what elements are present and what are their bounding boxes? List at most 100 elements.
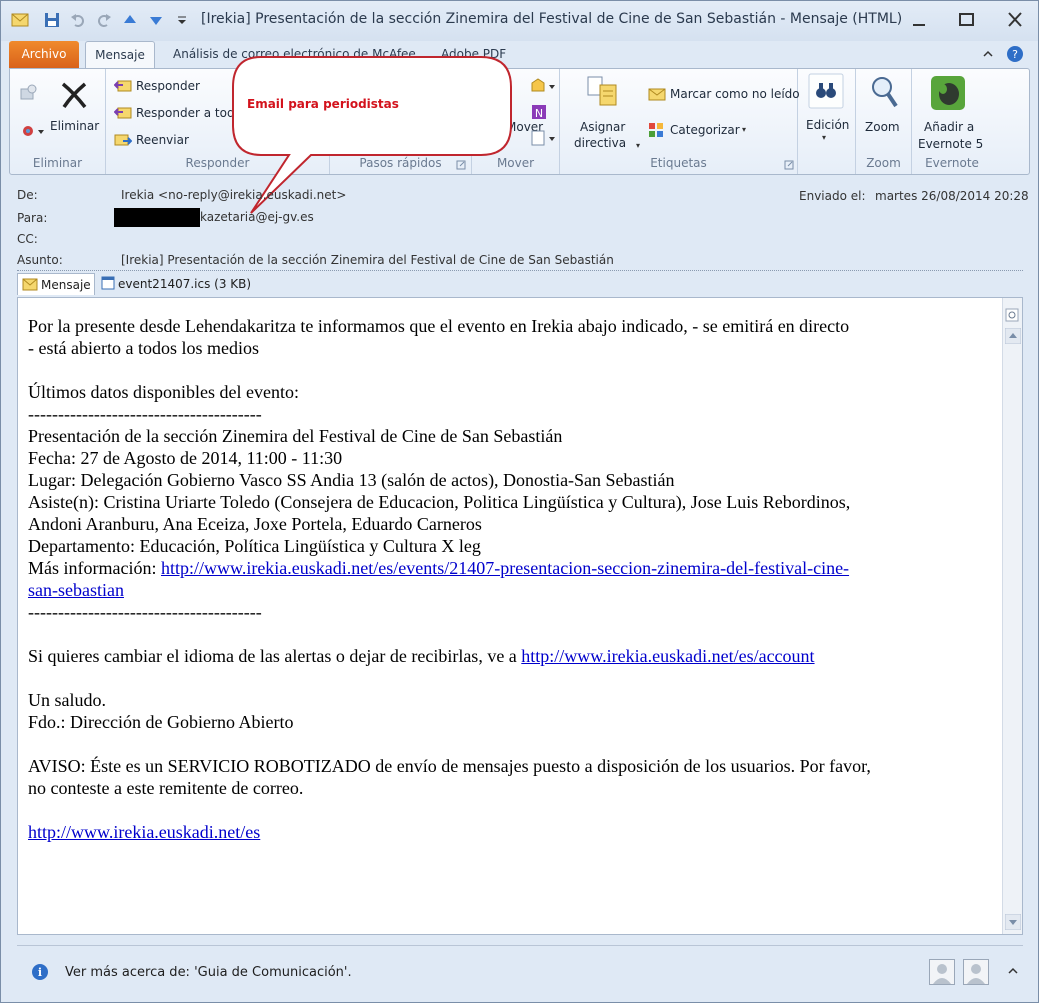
contact-avatar-2-icon[interactable] [963,959,989,988]
account-link[interactable]: http://www.irekia.euskadi.net/es/account [521,646,814,666]
outlook-message-window: [Irekia] Presentación de la sección Zine… [0,0,1039,1003]
message-body[interactable]: Por la presente desde Lehendakaritza te … [17,297,1023,935]
mark-unread-button[interactable]: Marcar como no leído [670,87,800,101]
event-link[interactable]: http://www.irekia.euskadi.net/es/events/… [161,558,849,578]
assign-policy-dropdown-icon[interactable]: ▾ [636,141,640,150]
actions-icon[interactable] [530,129,558,150]
to-value[interactable]: kazetaria@ej-gv.es [200,210,314,224]
group-etiquetas: Asignar directiva ▾ Marcar como no leído… [560,69,800,174]
tab-archivo[interactable]: Archivo [9,41,79,68]
subject-value: [Irekia] Presentación de la sección Zine… [121,253,614,267]
event-attendees-2: Andoni Aranburu, Ana Eceiza, Joxe Portel… [28,514,482,534]
categorize-icon [648,122,664,141]
to-label: Para: [17,211,48,225]
zoom-magnifier-icon[interactable] [870,75,898,112]
group-label-etiquetas: Etiquetas [650,156,707,170]
from-label: De: [17,188,38,202]
change-language-text: Si quieres cambiar el idioma de las aler… [28,646,522,666]
event-attendees-1: Asiste(n): Cristina Uriarte Toledo (Cons… [28,492,851,512]
delete-x-icon[interactable] [58,79,90,114]
evernote-add-label-2[interactable]: Evernote 5 [918,137,983,151]
evernote-add-label-1[interactable]: Añadir a [924,120,974,134]
maximize-button[interactable] [947,7,987,33]
collapse-ribbon-icon[interactable] [981,47,995,64]
help-icon[interactable]: ? [1006,45,1024,66]
contact-avatar-icon[interactable] [929,959,955,988]
group-eliminar: Eliminar Eliminar [10,69,106,174]
intro-line-1: Por la presente desde Lehendakaritza te … [28,316,850,336]
junk-icon[interactable] [20,121,46,144]
more-info-line-2: san-sebastian [28,579,988,601]
forward-button[interactable]: Reenviar [136,133,189,147]
scroll-down-arrow-icon[interactable] [1004,913,1022,933]
redo-icon[interactable] [95,11,113,29]
save-icon[interactable] [43,11,61,29]
intro-line-2: - está abierto a todos los medios [28,338,259,358]
notice-line-1: AVISO: Éste es un SERVICIO ROBOTIZADO de… [28,756,871,776]
header-divider [17,270,1023,271]
greeting: Un saludo. [28,690,106,710]
attachments-bar: Mensaje event21407.ics (3 KB) [17,273,1023,295]
group-evernote: Añadir a Evernote 5 Evernote [912,69,992,174]
group-label-evernote: Evernote [925,156,979,170]
close-button[interactable] [995,7,1035,33]
from-value[interactable]: Irekia <no-reply@irekia.euskadi.net> [121,188,346,202]
message-text: Por la presente desde Lehendakaritza te … [28,315,988,843]
categorize-button[interactable]: Categorizar [670,123,740,137]
notice-line-2: no conteste a este remitente de correo. [28,778,304,798]
assign-policy-icon [586,75,618,110]
home-link[interactable]: http://www.irekia.euskadi.net/es [28,822,260,842]
evernote-elephant-icon[interactable] [930,75,966,114]
svg-text:i: i [38,966,42,979]
next-item-icon[interactable] [147,11,165,29]
delete-button[interactable]: Eliminar [50,119,99,133]
mark-unread-icon [648,86,666,105]
undo-icon[interactable] [69,11,87,29]
message-tab-label: Mensaje [41,278,91,292]
sent-label: Enviado el: [799,189,866,203]
rules-icon[interactable] [530,77,558,98]
signature: Fdo.: Dirección de Gobierno Abierto [28,712,294,732]
event-date: Fecha: 27 de Agosto de 2014, 11:00 - 11:… [28,448,343,468]
expand-people-pane-icon[interactable] [1007,965,1019,980]
subject-label: Asunto: [17,253,63,267]
vertical-scrollbar[interactable] [1002,298,1022,934]
customize-toolbar-icon[interactable] [173,11,191,29]
event-link-continued[interactable]: san-sebastian [28,580,124,600]
infobar-text[interactable]: Ver más acerca de: 'Guia de Comunicación… [65,965,352,980]
editing-button[interactable]: Edición [806,118,849,132]
reply-button[interactable]: Responder [136,79,200,93]
infobar-divider [17,945,1023,946]
assign-policy-label-1[interactable]: Asignar [580,120,625,134]
latest-heading: Últimos datos disponibles del evento: [28,382,299,402]
tab-mensaje[interactable]: Mensaje [85,41,155,69]
cc-label: CC: [17,232,38,246]
separator-top: --------------------------------------- [28,404,262,424]
message-tab[interactable]: Mensaje [17,273,95,295]
svg-text:N: N [535,107,543,120]
categorize-dropdown-icon[interactable]: ▾ [742,125,746,134]
zoom-button[interactable]: Zoom [865,120,900,134]
find-binoculars-icon[interactable] [808,73,844,112]
change-language-line: Si quieres cambiar el idioma de las aler… [28,645,988,667]
scroll-up-arrow-icon[interactable] [1004,327,1022,347]
minimize-button[interactable] [899,7,939,33]
window-title: [Irekia] Presentación de la sección Zine… [201,11,903,27]
group-zoom: Zoom Zoom [856,69,912,174]
tags-dialog-launcher-icon[interactable] [784,159,794,173]
assign-policy-label-2[interactable]: directiva [574,136,626,150]
more-info-label: Más información: [28,558,161,578]
envelope-app-icon [11,11,29,29]
editing-dropdown-icon[interactable]: ▾ [822,133,826,142]
event-title: Presentación de la sección Zinemira del … [28,426,563,446]
ignore-icon[interactable] [18,83,38,106]
ribbon-tabs: Archivo Mensaje Análisis de correo elect… [1,39,1038,69]
attachment-ics-label: event21407.ics (3 KB) [118,277,252,291]
onenote-icon[interactable]: N [530,103,548,124]
sent-value: martes 26/08/2014 20:28 [875,189,1029,203]
reply-icon [113,78,132,97]
scrollbar-settings-icon[interactable] [1005,308,1019,325]
previous-item-icon[interactable] [121,11,139,29]
event-department: Departamento: Educación, Política Lingüí… [28,536,481,556]
separator-bottom: --------------------------------------- [28,602,262,622]
